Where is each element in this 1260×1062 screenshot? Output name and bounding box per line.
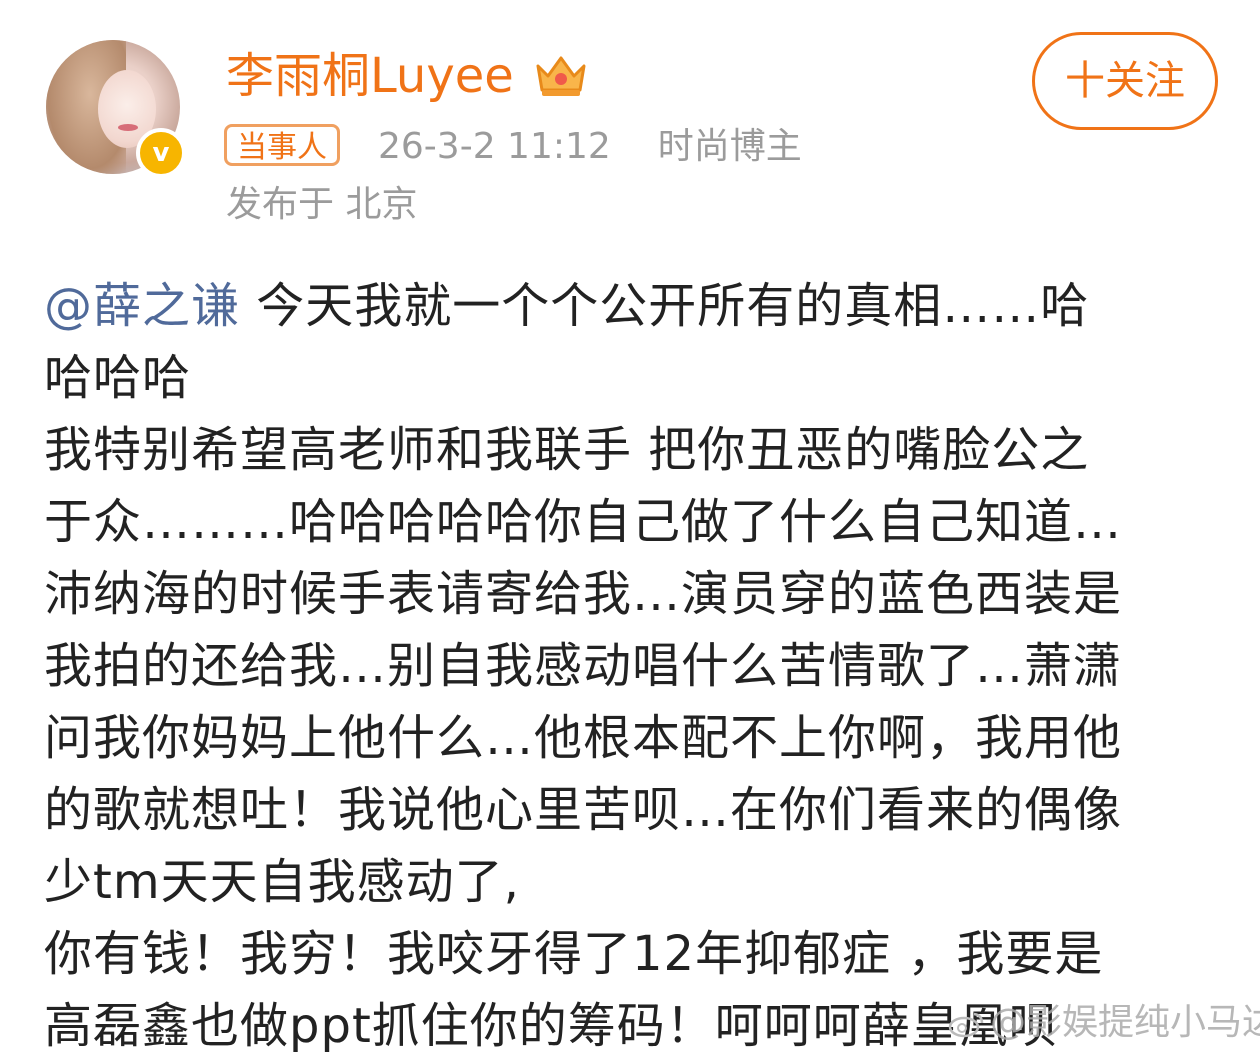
- post-body: @薛之谦 今天我就一个个公开所有的真相……哈 哈哈哈 我特别希望高老师和我联手 …: [44, 270, 1220, 1062]
- post-line: 我拍的还给我…别自我感动唱什么苦情歌了…萧潇: [44, 638, 1123, 694]
- post-line: 于众………哈哈哈哈哈你自己做了什么自己知道…: [44, 494, 1123, 550]
- post-line-text: 今天我就一个个公开所有的真相……哈: [240, 278, 1090, 334]
- verified-icon: v: [136, 128, 186, 178]
- username[interactable]: 李雨桐Luyee: [226, 46, 514, 106]
- post-line: 问我你妈妈上他什么…他根本配不上你啊，我用他: [44, 710, 1123, 766]
- post-category: 时尚博主: [657, 126, 802, 167]
- watermark-text: @影娱提纯小马达: [990, 1002, 1260, 1043]
- crown-icon: [536, 56, 586, 96]
- post-line: 你有钱！我穷！我咬牙得了12年抑郁症 ，我要是: [44, 926, 1104, 982]
- post-location: 发布于 北京: [226, 184, 418, 225]
- post-line: 少tm天天自我感动了,: [44, 854, 520, 910]
- mention-link[interactable]: @薛之谦: [44, 278, 240, 334]
- follow-button[interactable]: 十关注: [1032, 32, 1218, 130]
- post-line: @薛之谦 今天我就一个个公开所有的真相……哈: [44, 270, 1220, 342]
- post-line: 我特别希望高老师和我联手 把你丑恶的嘴脸公之: [44, 422, 1090, 478]
- post-timestamp: 26-3-2 11:12: [378, 126, 611, 167]
- watermark: @影娱提纯小马达: [946, 1000, 1260, 1046]
- post-meta: 26-3-2 11:12 时尚博主: [378, 124, 802, 170]
- weibo-logo-icon: [948, 1012, 984, 1038]
- post-header: v 李雨桐Luyee 当事人 26-3-2 11:12 时尚博主 发布于 北京 …: [0, 0, 1260, 250]
- post-line: 的歌就想吐！我说他心里苦呗…在你们看来的偶像: [44, 782, 1123, 838]
- avatar-lips: [118, 124, 138, 131]
- status-badge: 当事人: [224, 124, 340, 166]
- post-line: 哈哈哈: [44, 350, 192, 406]
- post-line: 沛纳海的时候手表请寄给我…演员穿的蓝色西装是: [44, 566, 1123, 622]
